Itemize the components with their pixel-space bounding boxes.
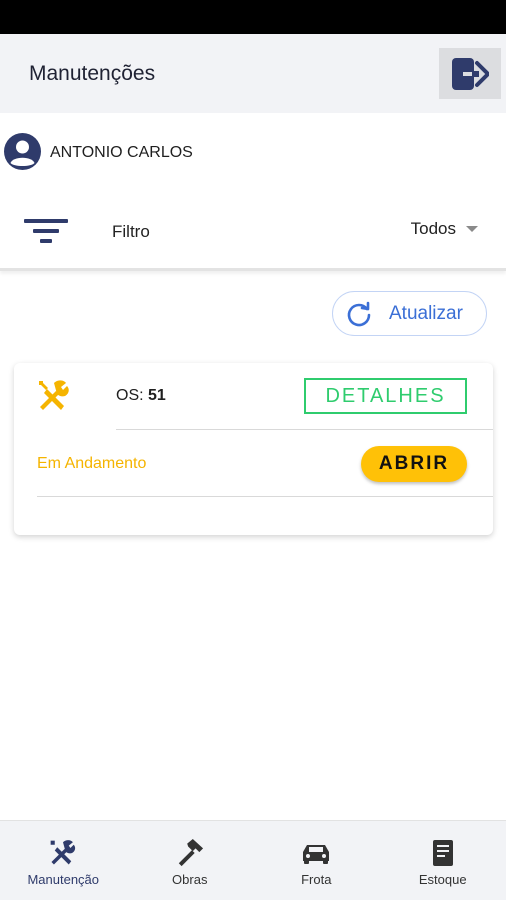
nav-item-obras[interactable]: Obras bbox=[127, 821, 254, 900]
logout-icon bbox=[452, 57, 489, 90]
logout-button[interactable] bbox=[439, 48, 501, 99]
document-icon bbox=[432, 840, 453, 866]
car-icon bbox=[303, 845, 330, 864]
nav-item-estoque[interactable]: Estoque bbox=[380, 821, 506, 900]
filter-icon[interactable] bbox=[24, 217, 68, 245]
status-label: Em Andamento bbox=[37, 455, 147, 472]
filter-bar: Filtro Todos bbox=[0, 193, 506, 271]
details-button[interactable]: DETALHES bbox=[304, 378, 467, 414]
user-name: ANTONIO CARLOS bbox=[50, 144, 193, 161]
divider bbox=[116, 429, 493, 430]
app-header: Manutenções bbox=[0, 34, 506, 113]
nav-label-frota: Frota bbox=[301, 872, 332, 887]
tools-icon bbox=[39, 380, 69, 410]
open-button[interactable]: ABRIR bbox=[361, 446, 467, 482]
os-number: OS: 51 bbox=[116, 387, 166, 404]
nav-item-frota[interactable]: Frota bbox=[253, 821, 380, 900]
status-bar bbox=[0, 0, 506, 34]
caret-down-icon bbox=[466, 226, 478, 232]
refresh-label: Atualizar bbox=[389, 302, 463, 324]
nav-label-obras: Obras bbox=[172, 872, 208, 887]
page-title: Manutenções bbox=[29, 62, 156, 85]
filter-dropdown[interactable]: Todos bbox=[411, 219, 478, 239]
account-circle-icon bbox=[4, 133, 41, 170]
filter-selected-value: Todos bbox=[410, 219, 456, 238]
nav-item-manutencao[interactable]: Manutenção bbox=[0, 821, 127, 900]
user-info: ANTONIO CARLOS bbox=[0, 113, 506, 193]
tools-icon bbox=[50, 840, 76, 865]
refresh-button[interactable]: Atualizar bbox=[332, 291, 487, 336]
filter-label: Filtro bbox=[112, 222, 150, 241]
hammer-icon bbox=[178, 839, 203, 867]
nav-label-manutencao: Manutenção bbox=[27, 872, 100, 887]
refresh-icon bbox=[347, 301, 371, 326]
service-order-card: OS: 51 DETALHES Em Andamento ABRIR bbox=[14, 363, 493, 535]
bottom-navigation: Manutenção Obras Frota Estoque bbox=[0, 820, 506, 900]
nav-label-estoque: Estoque bbox=[418, 872, 467, 887]
divider bbox=[37, 496, 493, 497]
